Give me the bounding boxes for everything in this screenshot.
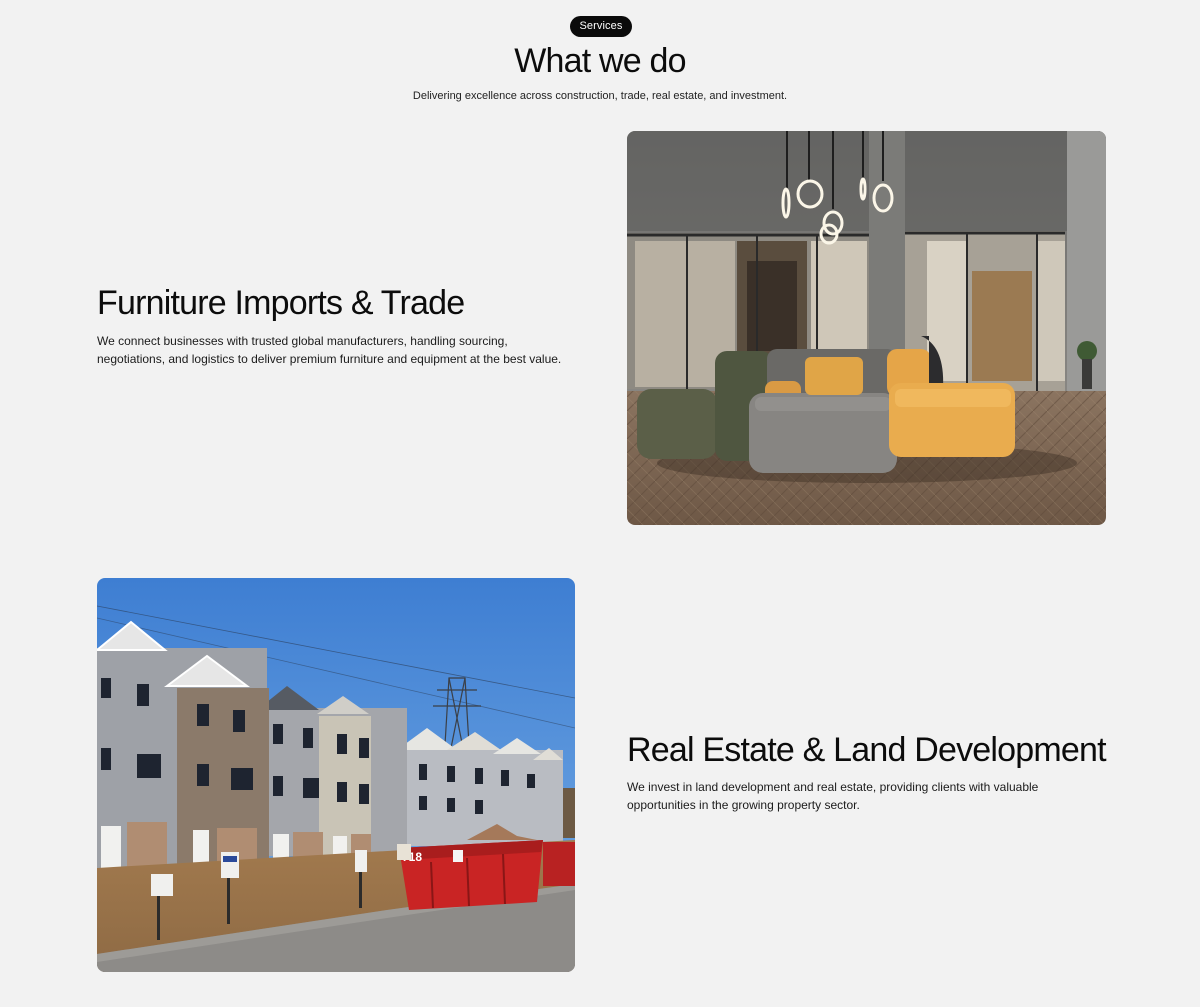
townhouse-construction-image: 718 <box>97 578 575 972</box>
service-title-real-estate: Real Estate & Land Development <box>627 731 1107 769</box>
service-description-furniture: We connect businesses with trusted globa… <box>97 334 562 366</box>
section-subtitle: Delivering excellence across constructio… <box>412 90 788 102</box>
section-title: What we do <box>514 42 686 80</box>
service-title-furniture: Furniture Imports & Trade <box>97 284 465 322</box>
furniture-showroom-image <box>627 131 1106 525</box>
services-badge: Services <box>570 16 632 37</box>
service-description-real-estate: We invest in land development and real e… <box>627 780 1039 812</box>
